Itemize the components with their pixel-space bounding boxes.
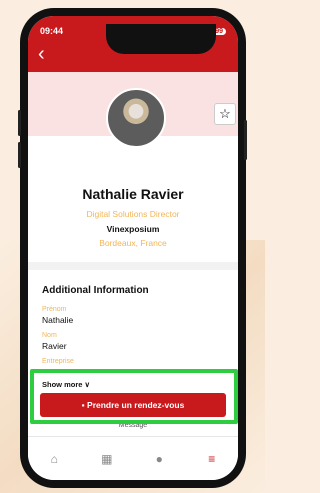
status-time: 09:44 <box>40 26 64 36</box>
additional-info-title: Additional Information <box>42 285 149 296</box>
star-icon[interactable]: ☆ <box>214 103 236 125</box>
profile-company: Vinexposium <box>106 224 160 234</box>
notch <box>106 24 216 54</box>
profile-job-title: Digital Solutions Director <box>86 209 180 219</box>
field-label-prenom: Prénom <box>42 306 67 313</box>
power-button <box>244 120 247 160</box>
field-value-nom: Ravier <box>42 341 67 351</box>
section-divider <box>28 262 238 270</box>
profile-name: Nathalie Ravier <box>82 186 184 202</box>
home-icon[interactable]: ⌂ <box>39 452 69 466</box>
field-label-nom: Nom <box>42 332 57 339</box>
field-value-prenom: Nathalie <box>42 315 74 325</box>
bottom-tab-bar: ⌂ ▦ ● ≡ <box>28 436 238 480</box>
back-arrow-icon[interactable]: ‹ <box>38 44 45 64</box>
calendar-icon[interactable]: ▦ <box>92 452 122 466</box>
volume-down-button <box>18 142 21 168</box>
chat-icon[interactable]: ● <box>144 452 174 466</box>
menu-icon[interactable]: ≡ <box>197 452 227 466</box>
avatar <box>106 88 166 148</box>
profile-location: Bordeaux, France <box>99 238 167 248</box>
field-label-entreprise: Entreprise <box>42 358 74 365</box>
highlight-box <box>30 369 238 424</box>
volume-up-button <box>18 110 21 136</box>
